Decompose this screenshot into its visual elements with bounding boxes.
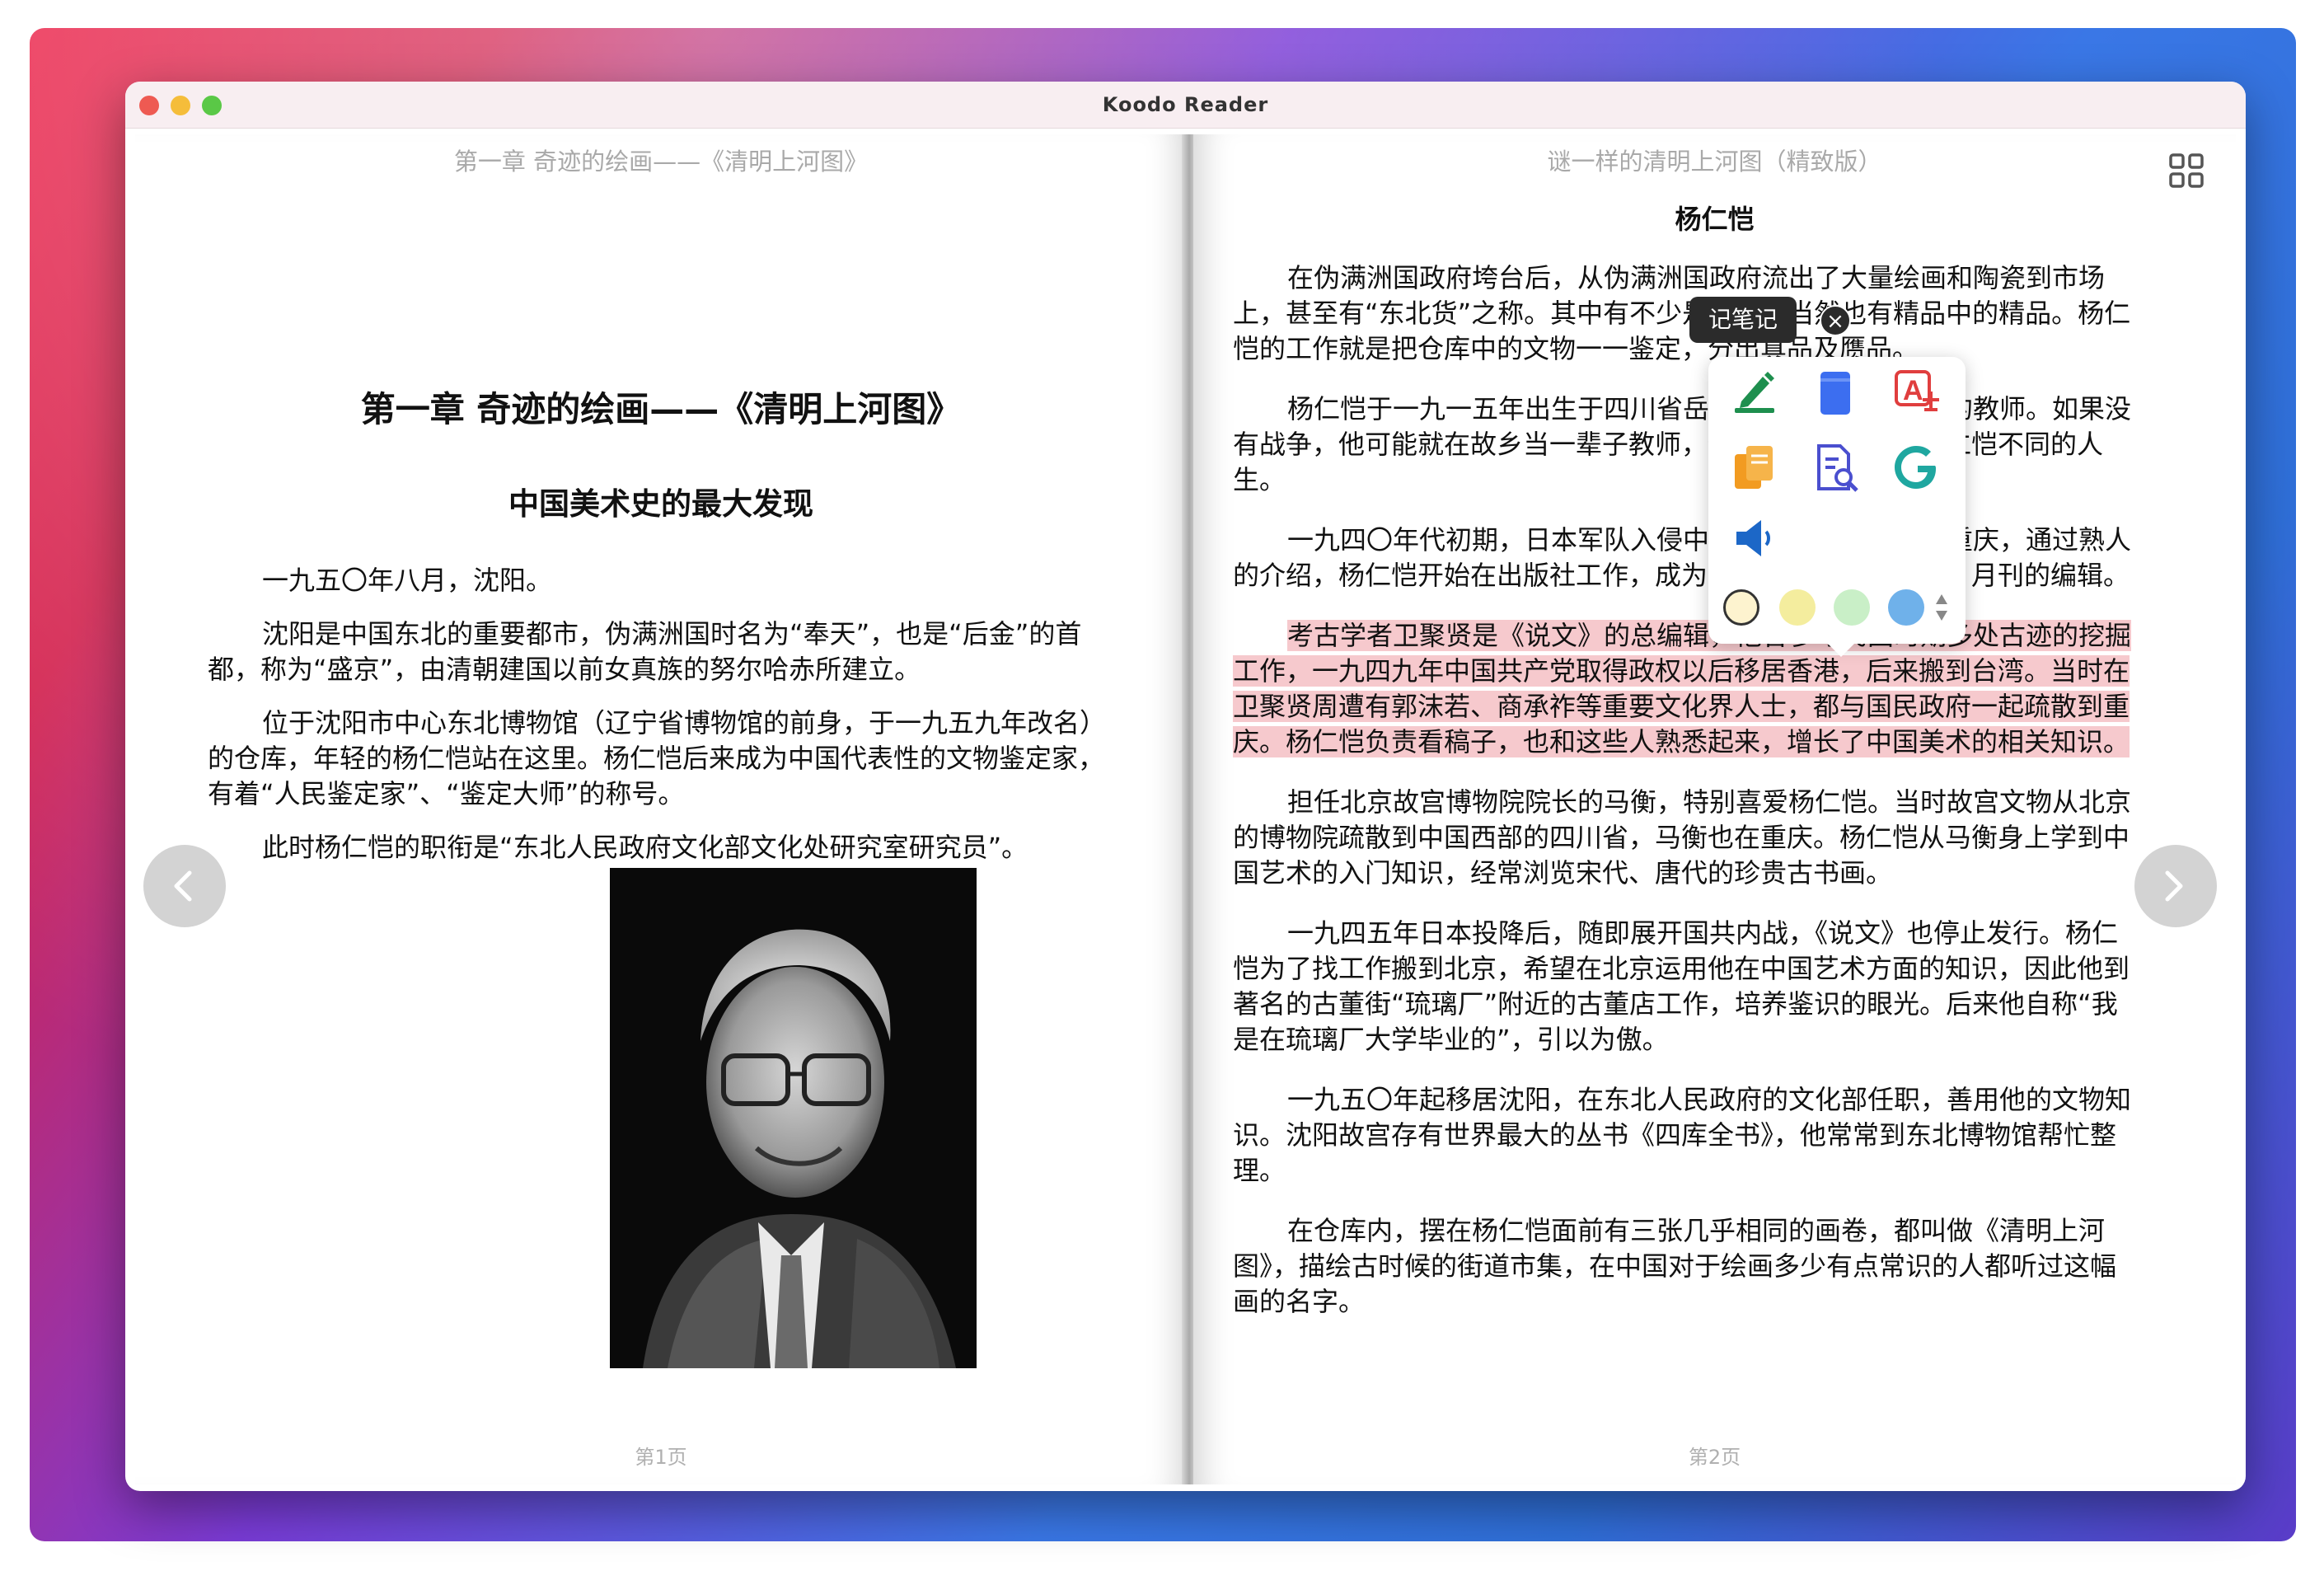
take-note-tooltip: 记笔记 [1689,297,1797,343]
search-icon[interactable] [1809,441,1862,494]
color-swatch-yellow-light[interactable] [1723,589,1759,626]
paragraph: 此时杨仁恺的职衔是“东北人民政府文化部文化处研究室研究员”。 [262,832,1028,863]
paragraph: 一九四五年日本投降后，随即展开国共内战，《说文》也停止发行。杨仁恺为了找工作搬到… [1233,917,2130,1055]
window-title: Koodo Reader [1102,93,1269,116]
color-swatch-blue[interactable] [1888,589,1924,626]
selection-action-popup: A [1708,357,1966,657]
portrait-photo [610,868,977,1368]
chapter-title: 第一章 奇迹的绘画——《清明上河图》 [360,389,962,429]
color-swatch-green[interactable] [1834,589,1870,626]
chevron-left-icon [174,870,192,902]
svg-text:A: A [1903,375,1923,406]
paragraph: 一九五〇年八月，沈阳。 [262,565,553,596]
right-page-number: 第2页 [1688,1446,1741,1469]
right-page-header: 谜一样的清明上河图（精致版） [1547,148,1882,176]
bookmark-icon[interactable] [1809,367,1862,420]
paragraph: 沈阳是中国东北的重要都市，伪满洲国时名为“奉天”，也是“后金”的首都，称为“盛京… [208,618,1082,685]
paragraph: 担任北京故宫博物院院长的马衡，特别喜爱杨仁恺。当时故宫文物从北京的博物院疏散到中… [1233,786,2132,889]
left-page-number: 第1页 [635,1446,687,1469]
close-popup-button[interactable]: × [1820,305,1851,336]
paragraph: 杨仁恺于一九一五年出生于四川省岳池县，这是个小地方的教师。如果没有战争，他可能就… [1233,393,2132,495]
copy-icon[interactable] [1728,441,1781,494]
left-page-text: 一九五〇年八月，沈阳。 沈阳是中国东北的重要都市，伪满洲国时名为“奉天”，也是“… [208,563,1114,865]
right-page-text[interactable]: 在伪满洲国政府垮台后，从伪满洲国政府流出了大量绘画和陶瓷到市场上，甚至有“东北货… [1233,260,2139,1320]
grid-view-icon[interactable] [2168,152,2205,189]
paragraph: 在仓库内，摆在杨仁恺面前有三张几乎相同的画卷，都叫做《清明上河图》，描绘古时候的… [1233,1215,2117,1317]
left-page-header: 第一章 奇迹的绘画——《清明上河图》 [453,148,869,176]
paragraph: 一九四〇年代初期，日本军队入侵中国，国民政府迁移到重庆，通过熟人的介绍，杨仁恺开… [1233,524,2132,591]
note-icon[interactable] [1728,367,1781,420]
book-view: 第一章 奇迹的绘画——《清明上河图》 第一章 奇迹的绘画——《清明上河图》 中国… [135,134,2236,1484]
text-highlight[interactable]: 考古学者卫聚贤是《说文》的总编辑，他曾参与民国时期多处古迹的挖掘工作，一九四九年… [1233,620,2132,757]
color-swatch-yellow[interactable] [1779,589,1816,626]
paragraph: 位于沈阳市中心东北博物馆（辽宁省博物馆的前身，于一九五九年改名）的仓库，年轻的杨… [208,707,1107,809]
next-page-button[interactable] [2134,845,2217,927]
speak-icon[interactable] [1728,512,1781,565]
chevron-right-icon [2165,870,2183,902]
previous-page-button[interactable] [143,845,226,927]
paragraph: 在伪满洲国政府垮台后，从伪满洲国政府流出了大量绘画和陶瓷到市场上，甚至有“东北货… [1233,262,2131,364]
highlighted-paragraph[interactable]: 考古学者卫聚贤是《说文》的总编辑，他曾参与民国时期多处古迹的挖掘工作，一九四九年… [1233,618,2139,760]
translate-icon[interactable]: A [1891,367,1944,420]
google-icon[interactable] [1891,441,1944,494]
section-title: 中国美术史的最大发现 [508,486,813,522]
right-page-title: 杨仁恺 [1675,204,1755,235]
color-sort-arrows-icon[interactable] [1934,593,1949,622]
app-window: Koodo Reader 第一章 奇迹的绘画——《清明上河图》 第一章 奇迹的绘… [125,82,2246,1491]
left-page[interactable]: 第一章 奇迹的绘画——《清明上河图》 第一章 奇迹的绘画——《清明上河图》 中国… [135,134,1187,1484]
title-bar[interactable]: Koodo Reader [125,82,2246,129]
paragraph: 一九五〇年起移居沈阳，在东北人民政府的文化部任职，善用他的文物知识。沈阳故宫存有… [1233,1084,2132,1186]
